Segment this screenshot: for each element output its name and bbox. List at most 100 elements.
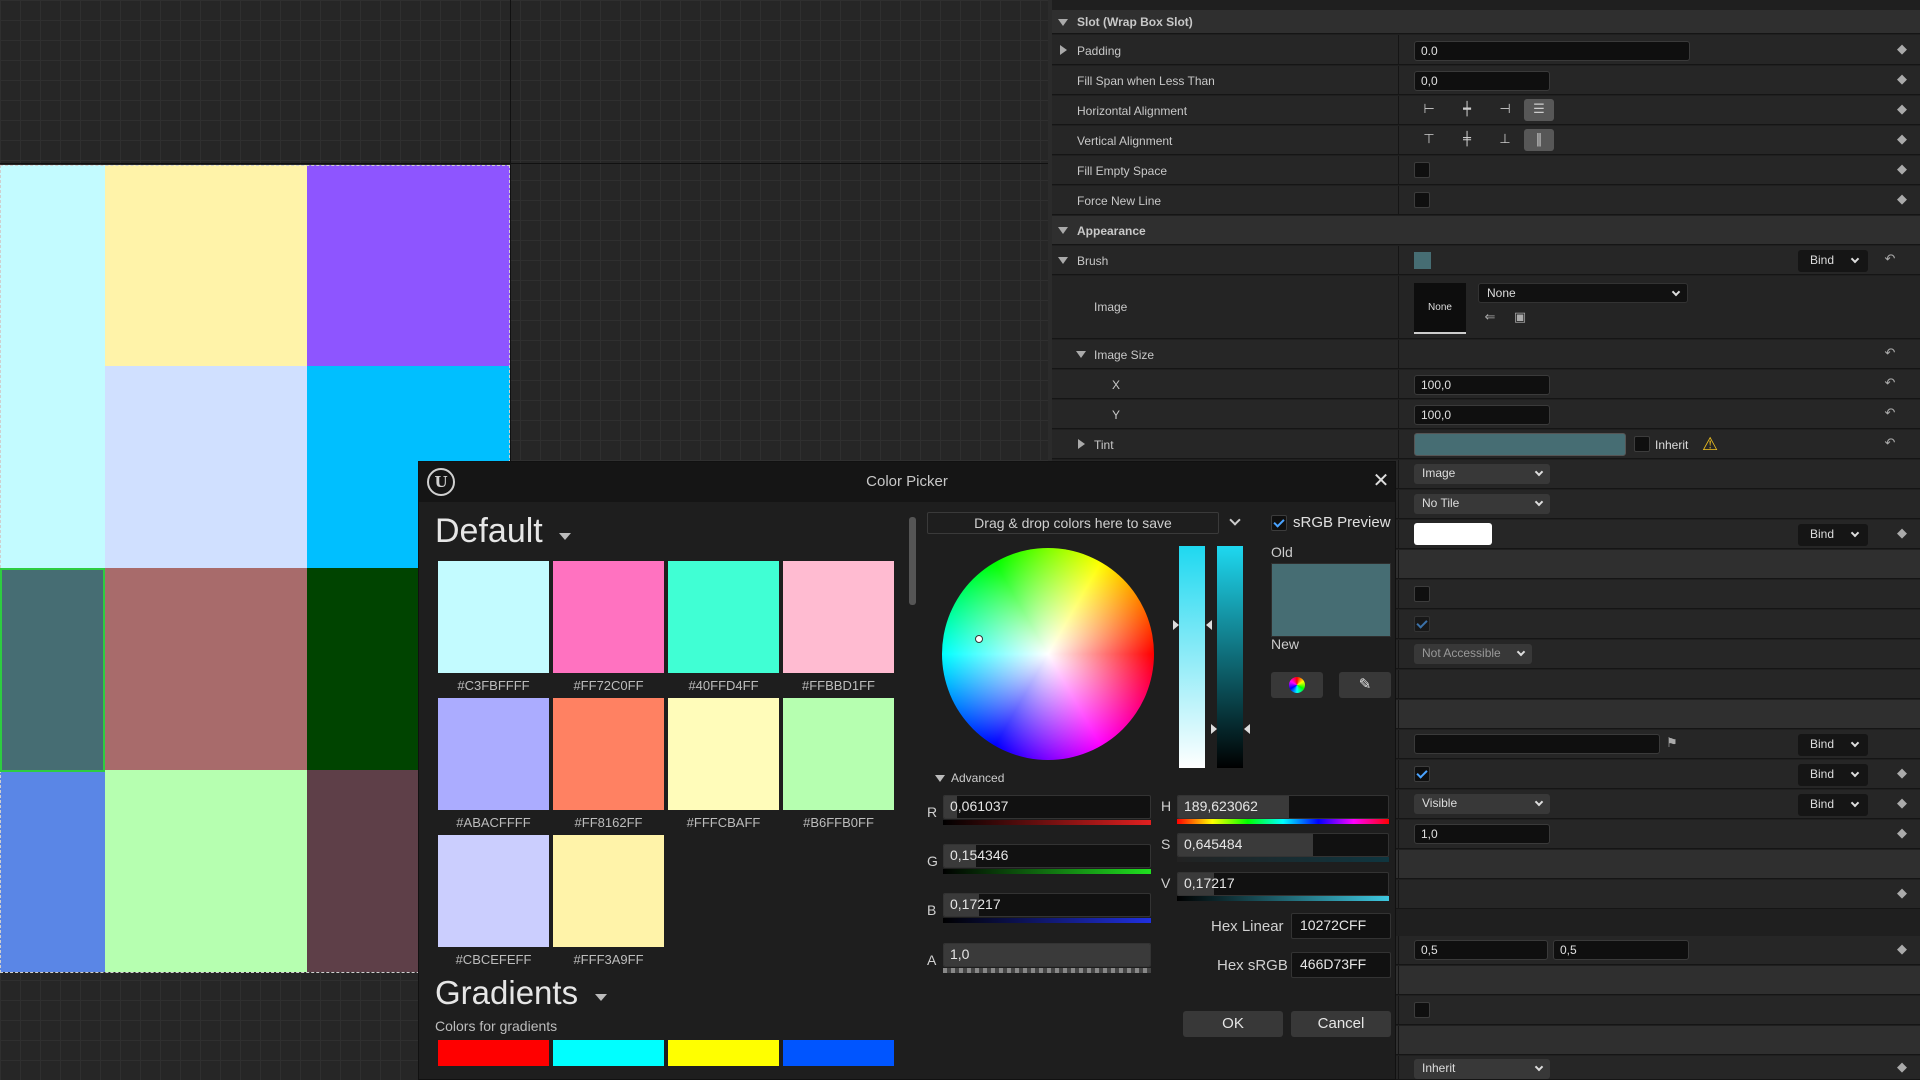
color-swatch[interactable] <box>668 561 779 673</box>
wrap-box-cell[interactable] <box>105 165 307 366</box>
collapse-icon[interactable] <box>1058 257 1068 264</box>
tooltip-field[interactable] <box>1414 734 1660 754</box>
splitter[interactable] <box>1398 35 1399 64</box>
fill-span-field[interactable]: 0,0 <box>1414 71 1550 91</box>
chevron-down-icon[interactable] <box>1229 514 1241 526</box>
draw-as-dropdown[interactable]: Image <box>1414 464 1550 484</box>
wrap-box-cell[interactable] <box>0 165 105 366</box>
wrap-box-cell[interactable] <box>0 770 105 972</box>
bind-button[interactable]: Bind <box>1798 250 1868 272</box>
image-thumbnail[interactable]: None <box>1414 283 1466 334</box>
reset-arrow-icon[interactable]: ↶ <box>1882 376 1898 392</box>
old-color-swatch[interactable] <box>1272 564 1390 600</box>
flag-icon[interactable]: ⚑ <box>1664 736 1680 752</box>
brush-color-swatch[interactable] <box>1414 252 1431 269</box>
splitter[interactable] <box>1398 276 1399 338</box>
collapse-icon[interactable] <box>1076 351 1086 358</box>
color-swatch[interactable] <box>553 561 664 673</box>
splitter[interactable] <box>1398 760 1399 788</box>
splitter[interactable] <box>1398 370 1399 398</box>
color-swatch[interactable] <box>438 561 549 673</box>
gradient-color-swatch[interactable] <box>553 1040 664 1066</box>
property-checkbox[interactable] <box>1414 586 1430 602</box>
r-field[interactable]: 0,061037 <box>943 795 1151 819</box>
align-left-icon[interactable]: ⊢ <box>1414 99 1444 121</box>
default-palette-title[interactable]: Default <box>435 512 543 551</box>
property-checkbox[interactable] <box>1414 1002 1430 1018</box>
image-size-y-field[interactable]: 100,0 <box>1414 405 1550 425</box>
align-fill-icon[interactable]: ☰ <box>1524 99 1554 121</box>
reset-icon[interactable]: ◆ <box>1894 886 1910 902</box>
palette-dropdown-icon[interactable] <box>559 533 571 540</box>
reset-arrow-icon[interactable]: ↶ <box>1882 346 1898 362</box>
clipping-dropdown[interactable]: Inherit <box>1414 1059 1550 1079</box>
palette-scrollbar[interactable] <box>909 517 916 605</box>
slider-handle-icon[interactable] <box>1206 620 1212 630</box>
enabled-checkbox[interactable] <box>1414 766 1430 782</box>
fill-empty-checkbox[interactable] <box>1414 162 1430 178</box>
splitter[interactable] <box>1398 96 1399 124</box>
splitter[interactable] <box>1398 400 1399 428</box>
advanced-collapse-icon[interactable] <box>935 775 945 782</box>
accessible-dropdown[interactable]: Not Accessible <box>1414 644 1532 664</box>
use-selected-icon[interactable]: ⇐ <box>1482 310 1498 326</box>
saved-colors-dropzone[interactable]: Drag & drop colors here to save <box>927 512 1219 534</box>
saturation-slider[interactable] <box>1173 546 1212 768</box>
browse-folder-icon[interactable]: ▣ <box>1512 310 1528 326</box>
v-field[interactable]: 0,17217 <box>1177 872 1389 896</box>
ok-button[interactable]: OK <box>1183 1011 1283 1037</box>
splitter[interactable] <box>1398 126 1399 154</box>
pivot-x-field[interactable]: 0,5 <box>1414 940 1548 960</box>
color-wheel-mode-button[interactable] <box>1271 672 1323 698</box>
image-asset-dropdown[interactable]: None <box>1478 283 1688 303</box>
splitter[interactable] <box>1398 186 1399 214</box>
color-picker-titlebar[interactable]: U Color Picker ✕ <box>419 462 1395 502</box>
splitter[interactable] <box>1398 156 1399 184</box>
splitter[interactable] <box>1398 66 1399 94</box>
wrap-box-cell[interactable] <box>105 568 307 770</box>
advanced-label[interactable]: Advanced <box>951 771 1004 785</box>
reset-icon[interactable]: ◆ <box>1894 162 1910 178</box>
reset-icon[interactable]: ◆ <box>1894 1060 1910 1076</box>
expand-icon[interactable] <box>1078 439 1085 449</box>
slider-handle-icon[interactable] <box>1173 620 1179 630</box>
wrap-box-cell[interactable] <box>0 366 105 568</box>
visibility-dropdown[interactable]: Visible <box>1414 794 1550 814</box>
reset-icon[interactable]: ◆ <box>1894 192 1910 208</box>
splitter[interactable] <box>1398 820 1399 848</box>
appearance-section-header[interactable]: Appearance <box>1052 216 1920 245</box>
bind-button[interactable]: Bind <box>1798 734 1868 756</box>
color-swatch[interactable] <box>553 835 664 947</box>
padding-field[interactable]: 0.0 <box>1414 41 1690 61</box>
srgb-preview-checkbox[interactable] <box>1271 515 1287 531</box>
color-swatch[interactable] <box>668 698 779 810</box>
reset-icon[interactable]: ◆ <box>1894 72 1910 88</box>
reset-icon[interactable]: ◆ <box>1894 102 1910 118</box>
align-bottom-icon[interactable]: ⊥ <box>1490 129 1520 151</box>
h-field[interactable]: 189,623062 <box>1177 795 1389 819</box>
splitter[interactable] <box>1398 880 1399 908</box>
splitter[interactable] <box>1398 670 1399 698</box>
reset-arrow-icon[interactable]: ↶ <box>1882 436 1898 452</box>
align-top-icon[interactable]: ⊤ <box>1414 129 1444 151</box>
splitter[interactable] <box>1398 730 1399 758</box>
color-swatch[interactable] <box>438 698 549 810</box>
reset-icon[interactable]: ◆ <box>1894 526 1910 542</box>
bind-button[interactable]: Bind <box>1798 764 1868 786</box>
reset-icon[interactable]: ◆ <box>1894 132 1910 148</box>
bind-button[interactable]: Bind <box>1798 794 1868 816</box>
splitter[interactable] <box>1398 790 1399 818</box>
slider-handle-icon[interactable] <box>1244 724 1250 734</box>
g-field[interactable]: 0,154346 <box>943 844 1151 868</box>
splitter[interactable] <box>1398 1056 1399 1079</box>
expand-icon[interactable] <box>1060 45 1067 55</box>
reset-arrow-icon[interactable]: ↶ <box>1882 252 1898 268</box>
value-slider[interactable] <box>1211 546 1250 768</box>
color-swatch[interactable] <box>438 835 549 947</box>
splitter[interactable] <box>1398 936 1399 964</box>
b-field[interactable]: 0,17217 <box>943 893 1151 917</box>
inherit-checkbox[interactable] <box>1634 436 1650 452</box>
reset-arrow-icon[interactable]: ↶ <box>1882 406 1898 422</box>
align-vfill-icon[interactable]: ‖ <box>1524 129 1554 151</box>
bind-button[interactable]: Bind <box>1798 524 1868 546</box>
